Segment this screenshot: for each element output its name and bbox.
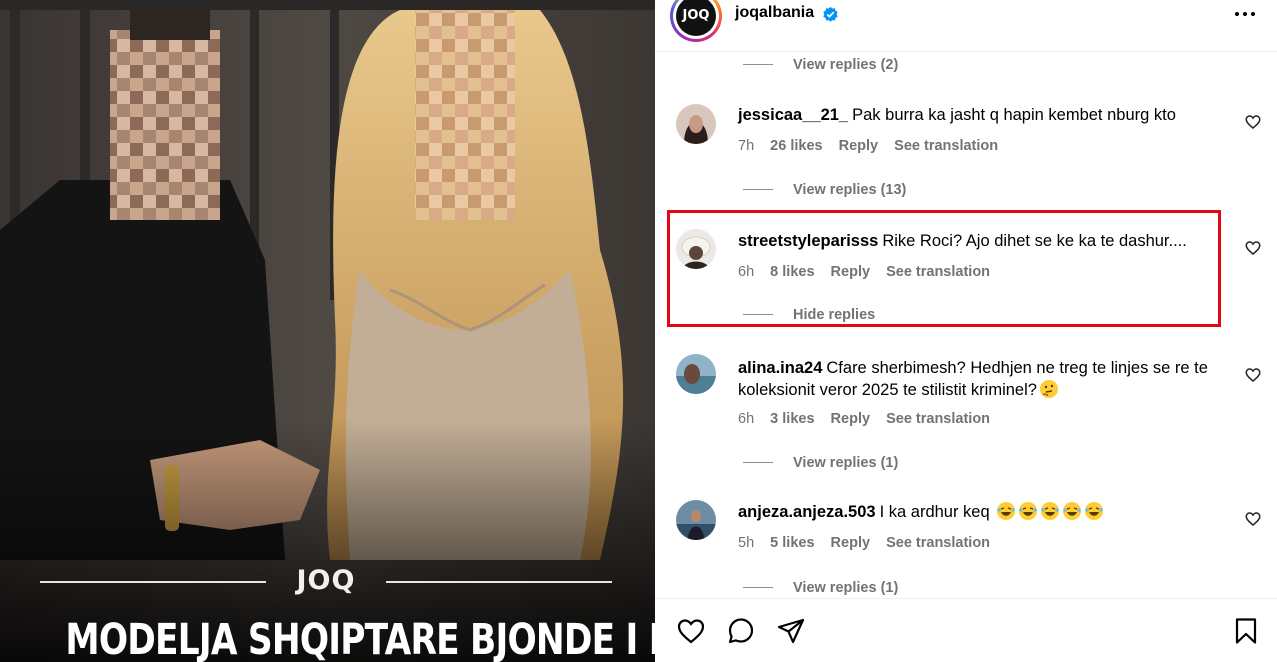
highlight-annotation-box — [667, 210, 1221, 327]
comment-icon[interactable] — [726, 616, 756, 646]
more-options-icon[interactable] — [1230, 4, 1260, 24]
see-translation-button[interactable]: See translation — [886, 535, 990, 551]
comment-time[interactable]: 6h — [738, 411, 754, 427]
thinking-emoji-icon — [1039, 380, 1058, 398]
comment-username[interactable]: jessicaa__21_ — [738, 106, 848, 124]
reply-button[interactable]: Reply — [839, 138, 879, 154]
comment-meta: 6h 3 likes Reply See translation — [738, 411, 1002, 427]
send-icon[interactable] — [776, 616, 806, 646]
reply-thread-line — [743, 587, 773, 588]
media-headline: MODELJA SHQIPTARE BJONDE I BËN — [65, 615, 655, 662]
post-action-bar — [655, 598, 1277, 662]
reply-thread-line — [743, 64, 773, 65]
see-translation-button[interactable]: See translation — [894, 138, 998, 154]
comment-like-heart-icon[interactable] — [1244, 113, 1262, 131]
media-logo-band: JOQ — [0, 566, 655, 596]
comment-avatar[interactable] — [676, 354, 716, 394]
comment-likes[interactable]: 3 likes — [770, 411, 814, 427]
comment-like-heart-icon[interactable] — [1244, 510, 1262, 528]
comment-avatar[interactable] — [676, 104, 716, 144]
laughing-emoji-icon — [1085, 502, 1104, 520]
comment-avatar[interactable] — [676, 500, 716, 540]
avatar-logo: JOQ — [676, 0, 716, 36]
reply-button[interactable]: Reply — [831, 535, 871, 551]
comment-text-block: jessicaa__21_ Pak burra ka jasht q hapin … — [738, 104, 1238, 126]
view-replies-label: View replies (13) — [793, 182, 907, 198]
laughing-emoji-icon — [997, 502, 1016, 520]
comment-meta: 5h 5 likes Reply See translation — [738, 535, 1002, 551]
comment-like-heart-icon[interactable] — [1244, 239, 1262, 257]
post-image — [0, 0, 655, 662]
logo-divider-right — [386, 581, 612, 583]
post-sidebar: JOQ joqalbania View replies (2) jessicaa… — [655, 0, 1277, 662]
comment-username[interactable]: anjeza.anjeza.503 — [738, 503, 876, 521]
comment-text: Pak burra ka jasht q hapin kembet nburg … — [852, 106, 1176, 124]
comment-username[interactable]: alina.ina24 — [738, 359, 822, 377]
bookmark-icon[interactable] — [1231, 616, 1261, 646]
media-logo: JOQ — [296, 565, 356, 596]
laughing-emoji-icon — [1063, 502, 1082, 520]
reply-button[interactable]: Reply — [831, 411, 871, 427]
reply-thread-line — [743, 462, 773, 463]
profile-avatar[interactable]: JOQ — [670, 0, 722, 42]
view-replies-label: View replies (2) — [793, 57, 899, 73]
comment-likes[interactable]: 5 likes — [770, 535, 814, 551]
header-username[interactable]: joqalbania — [735, 4, 814, 22]
see-translation-button[interactable]: See translation — [886, 411, 990, 427]
view-replies-label: View replies (1) — [793, 580, 899, 596]
comments-list[interactable]: View replies (2) jessicaa__21_ Pak burra … — [655, 52, 1277, 598]
comment-text-block: anjeza.anjeza.503 I ka ardhur keq — [738, 501, 1238, 523]
comment-meta: 7h 26 likes Reply See translation — [738, 138, 1010, 154]
comment-text: I ka ardhur keq — [879, 503, 990, 521]
logo-divider-left — [40, 581, 266, 583]
comment-time[interactable]: 7h — [738, 138, 754, 154]
comment-likes[interactable]: 26 likes — [770, 138, 822, 154]
heart-icon[interactable] — [676, 616, 706, 646]
comment-like-heart-icon[interactable] — [1244, 366, 1262, 384]
view-replies-label: View replies (1) — [793, 455, 899, 471]
laughing-emoji-icon — [1041, 502, 1060, 520]
laughing-emojis — [994, 502, 1104, 521]
verified-badge-icon — [823, 6, 838, 22]
comment-time[interactable]: 5h — [738, 535, 754, 551]
comment-text-block: alina.ina24 Cfare sherbimesh? Hedhjen ne … — [738, 357, 1238, 401]
post-header: JOQ joqalbania — [655, 0, 1277, 52]
reply-thread-line — [743, 189, 773, 190]
laughing-emoji-icon — [1019, 502, 1038, 520]
post-media[interactable]: JOQ MODELJA SHQIPTARE BJONDE I BËN — [0, 0, 655, 662]
